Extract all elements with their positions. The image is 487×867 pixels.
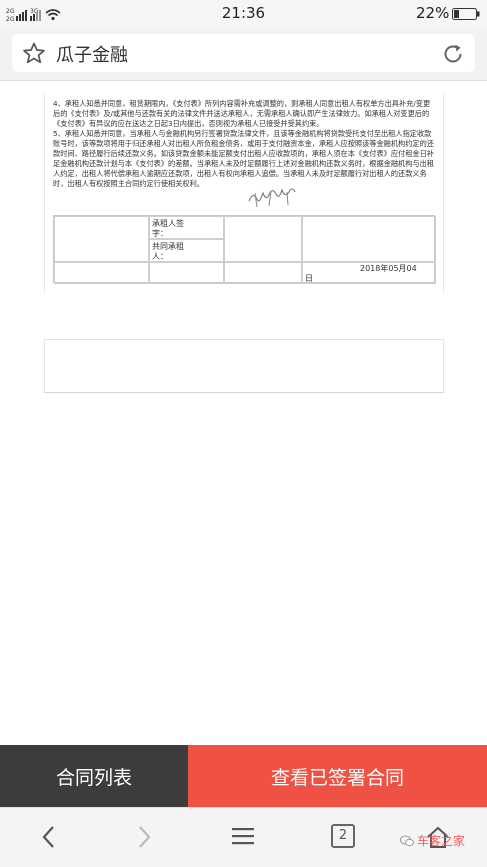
table-cell: [54, 216, 149, 262]
contract-clauses: 4、承租人知悉并同意，租赁期限内，《支付表》所列内容需补充或调整的，则承租人同意…: [53, 99, 437, 189]
back-icon[interactable]: [38, 824, 60, 850]
browser-bottom-nav: 2 车客之家: [0, 807, 487, 867]
table-cell: [302, 216, 436, 262]
table-cell: [54, 262, 149, 284]
sign-date: 2018年05月04: [360, 264, 417, 273]
clause-4: 4、承租人知悉并同意，租赁期限内，《支付表》所列内容需补充或调整的，则承租人同意…: [53, 99, 431, 128]
action-bar: 合同列表 查看已签署合同: [0, 745, 487, 807]
browser-toolbar: 瓜子金融: [0, 28, 487, 81]
view-signed-contract-button[interactable]: 查看已签署合同: [188, 745, 487, 807]
address-bar[interactable]: 瓜子金融: [12, 34, 475, 72]
table-cell: [224, 216, 302, 262]
reload-icon[interactable]: [441, 42, 465, 66]
contract-page: 4、承租人知悉并同意，租赁期限内，《支付表》所列内容需补充或调整的，则承租人同意…: [44, 93, 444, 293]
clock: 21:36: [221, 4, 266, 22]
watermark: 车客之家: [400, 832, 465, 849]
status-bar: 2G 2G 3G 21:36 22%: [0, 0, 487, 28]
co-lessee-label-cont: 人：: [152, 252, 168, 261]
forward-icon[interactable]: [133, 824, 155, 850]
star-icon[interactable]: [22, 42, 46, 64]
menu-icon[interactable]: [231, 824, 255, 848]
watermark-text: 车客之家: [417, 834, 466, 848]
wechat-icon: [400, 835, 414, 846]
tab-count-button[interactable]: 2: [331, 824, 355, 848]
sign-date-suffix: 日: [305, 274, 313, 283]
handwritten-signature: [248, 188, 296, 208]
clause-5: 5、承租人知悉并同意，当承租人与金融机构另行签署贷款法律文件，且该等金融机构将贷…: [53, 129, 434, 188]
battery-icon: [452, 8, 480, 20]
battery-percent: 22%: [416, 4, 450, 22]
lessee-signature-label-cont: 字：: [152, 229, 168, 238]
page-title: 瓜子金融: [56, 45, 128, 66]
signature-table: 承租人签 字： 共同承租 人： 2018年05月04 日: [53, 215, 436, 284]
table-cell: [149, 262, 224, 284]
table-cell: [224, 262, 302, 284]
contract-list-button[interactable]: 合同列表: [0, 745, 188, 807]
contract-page-2: [44, 339, 444, 393]
web-content[interactable]: 4、承租人知悉并同意，租赁期限内，《支付表》所列内容需补充或调整的，则承租人同意…: [0, 81, 487, 745]
